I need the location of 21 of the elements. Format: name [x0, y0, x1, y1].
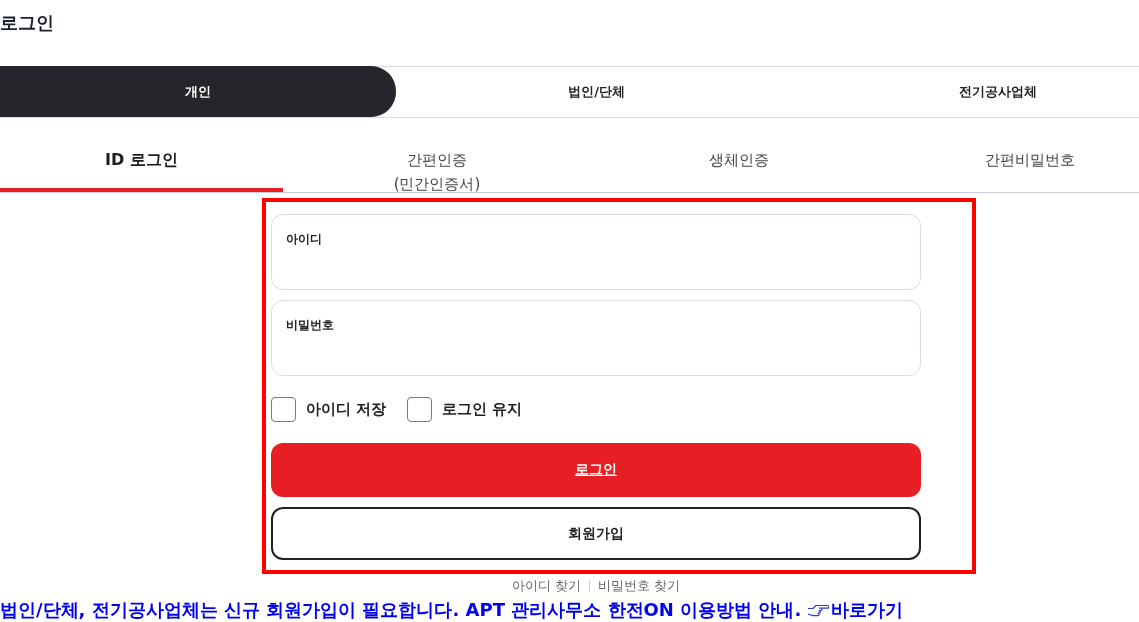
login-method-tab[interactable]: 간편인증 (민간인증서) [283, 118, 591, 192]
login-button[interactable]: 로그인 [271, 443, 921, 497]
checkbox-label[interactable]: 로그인 유지 [442, 399, 523, 419]
checkbox[interactable] [407, 396, 433, 422]
member-type-tab[interactable]: 개인 [0, 66, 396, 117]
member-type-tab[interactable]: 법인/단체 [396, 67, 797, 117]
login-method-tab[interactable]: 간편비밀번호 [886, 118, 1139, 192]
find-account-link[interactable]: 아이디 찾기 [503, 578, 589, 594]
login-method-tab[interactable]: ID 로그인 [0, 118, 283, 192]
find-account-link[interactable]: 비밀번호 찾기 [590, 578, 689, 594]
checkbox-label[interactable]: 아이디 저장 [306, 399, 387, 419]
signup-button[interactable]: 회원가입 [271, 507, 921, 560]
checkbox[interactable] [271, 396, 296, 422]
page-title: 로그인 [0, 11, 54, 34]
input-field[interactable]: 비밀번호 [271, 300, 921, 376]
notice-text: 법인/단체, 전기공사업체는 신규 회원가입이 필요합니다. APT 관리사무소 한전ON 이용방법 안내. [0, 599, 802, 621]
member-type-tab[interactable]: 전기공사업체 [797, 67, 1139, 117]
pointing-hand-icon [807, 602, 830, 618]
login-method-tab[interactable]: 생체인증 [591, 118, 886, 192]
input-field[interactable]: 아이디 [271, 214, 921, 290]
shortcut-link[interactable]: 바로가기 [831, 599, 904, 621]
